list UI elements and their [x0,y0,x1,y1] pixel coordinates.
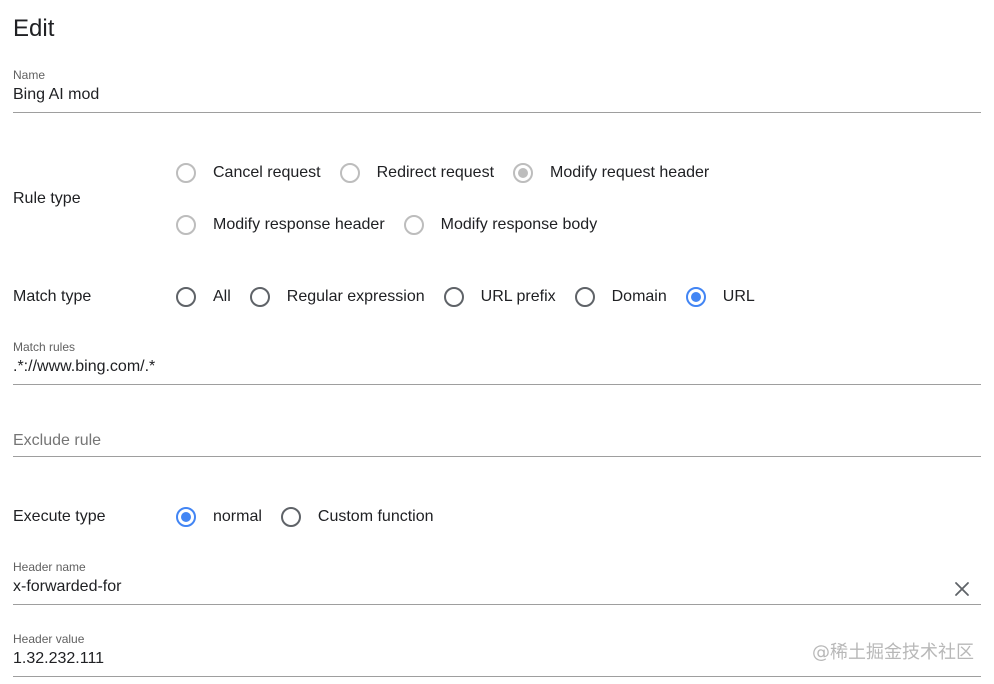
match-rules-field: Match rules [13,340,981,385]
radio-unchecked-icon[interactable] [443,287,464,307]
name-label: Name [13,68,46,82]
close-icon [955,582,969,596]
match-rules-label: Match rules [13,340,76,354]
rule-type-modify-response-header[interactable]: Modify response header [176,215,385,235]
rule-type-redirect-request[interactable]: Redirect request [339,163,494,183]
rule-type-modify-response-body[interactable]: Modify response body [403,215,597,235]
match-type-label: Match type [13,288,92,305]
execute-type-group: normal Custom function [176,504,434,530]
radio-unchecked-icon[interactable] [339,163,360,183]
radio-checked-icon[interactable] [513,163,534,183]
match-type-regular-expression[interactable]: Regular expression [249,287,425,307]
match-type-url-prefix[interactable]: URL prefix [443,287,556,307]
rule-type-group-row-2: Modify response header Modify response b… [176,212,597,238]
clear-header-name-button[interactable] [951,578,973,600]
exclude-rule-input[interactable] [13,430,981,452]
rule-type-modify-request-header[interactable]: Modify request header [513,163,709,183]
radio-unchecked-icon[interactable] [574,287,595,307]
match-type-domain[interactable]: Domain [574,287,667,307]
radio-checked-icon[interactable] [685,287,706,307]
name-field: Name [13,68,981,113]
header-name-field: Header name [13,560,981,605]
name-input[interactable] [13,84,981,106]
radio-unchecked-icon[interactable] [249,287,270,307]
rule-type-group-row-1: Cancel request Redirect request Modify r… [176,160,709,186]
execute-type-label: Execute type [13,508,106,525]
radio-unchecked-icon[interactable] [176,287,196,307]
radio-unchecked-icon[interactable] [176,215,196,235]
exclude-rule-field [13,430,981,457]
rule-type-label: Rule type [13,190,81,207]
match-type-url[interactable]: URL [685,287,755,307]
radio-unchecked-icon[interactable] [176,163,196,183]
radio-unchecked-icon[interactable] [403,215,424,235]
header-name-label: Header name [13,560,86,574]
header-name-input[interactable] [13,576,933,598]
radio-unchecked-icon[interactable] [280,507,301,527]
watermark: @稀土掘金技术社区 [812,642,974,663]
execute-type-custom-function[interactable]: Custom function [280,507,434,527]
match-type-group: All Regular expression URL prefix Domain… [176,284,755,310]
page-title: Edit [13,15,55,42]
match-rules-input[interactable] [13,356,981,378]
match-type-all[interactable]: All [176,287,231,307]
radio-checked-icon[interactable] [176,507,196,527]
rule-type-cancel-request[interactable]: Cancel request [176,163,321,183]
execute-type-normal[interactable]: normal [176,507,262,527]
